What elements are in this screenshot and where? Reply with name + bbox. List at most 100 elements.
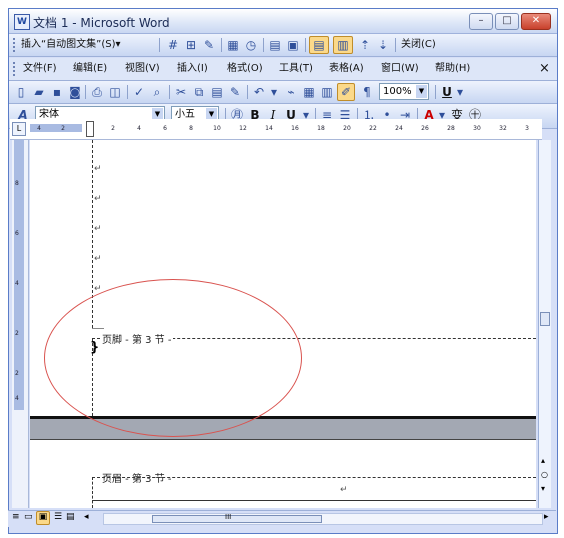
show-hide-marks-icon[interactable]: ¶	[359, 84, 375, 100]
toolbar-grip[interactable]	[13, 38, 18, 52]
save-icon[interactable]: ▪	[49, 84, 65, 100]
paste-icon[interactable]: ▤	[209, 84, 225, 100]
drawing-icon[interactable]: ✐	[337, 83, 355, 101]
show-previous-icon[interactable]: ⇡	[357, 37, 373, 53]
undo-icon[interactable]: ↶	[251, 84, 267, 100]
menu-edit[interactable]: 编辑(E)	[73, 61, 107, 77]
paragraph-mark: ↵	[94, 254, 102, 264]
menu-insert[interactable]: 插入(I)	[177, 61, 208, 77]
menu-table[interactable]: 表格(A)	[329, 61, 364, 77]
menu-tools[interactable]: 工具(T)	[279, 61, 313, 77]
close-document-icon[interactable]: ×	[539, 61, 550, 77]
separator	[169, 85, 170, 99]
toolbar-options-icon[interactable]: ▾	[455, 84, 465, 100]
ruler-number: 20	[343, 125, 351, 132]
word-app-icon[interactable]: W	[14, 14, 30, 30]
vertical-scroll-thumb[interactable]	[540, 312, 550, 326]
tab-selector-icon[interactable]: L	[12, 122, 26, 136]
print-icon[interactable]: ⎙	[89, 84, 105, 100]
zoom-dropdown[interactable]: 100% ▼	[379, 83, 429, 100]
horizontal-scrollbar[interactable]: III	[103, 513, 543, 525]
ruler-number: 12	[239, 125, 247, 132]
ruler-number: 16	[291, 125, 299, 132]
menu-file[interactable]: 文件(F)	[23, 61, 57, 77]
menu-view[interactable]: 视图(V)	[125, 61, 160, 77]
show-next-icon[interactable]: ⇣	[375, 37, 391, 53]
normal-view-icon[interactable]: ≡	[12, 512, 20, 522]
vruler-number: 2	[15, 330, 19, 337]
minimize-button[interactable]: –	[469, 13, 493, 30]
scroll-up-icon[interactable]: ▴	[541, 456, 545, 465]
header-boundary	[92, 477, 536, 478]
annotation-circle	[44, 279, 302, 437]
vruler-number: 6	[15, 230, 19, 237]
hyperlink-icon[interactable]: ⌁	[283, 84, 299, 100]
view-and-scroll-bar: ≡ ▭ ▣ ☰ ▤ ◂ III ▸	[8, 510, 556, 527]
vruler-number: 2	[15, 370, 19, 377]
page-count-icon[interactable]: ⊞	[183, 37, 199, 53]
indent-marker[interactable]	[86, 121, 94, 137]
page-setup-icon[interactable]: ▤	[267, 37, 283, 53]
research-icon[interactable]: ⌕	[149, 84, 165, 100]
vruler-number: 4	[15, 395, 19, 402]
undo-dropdown-icon[interactable]: ▾	[269, 84, 279, 100]
close-header-footer-button[interactable]: 关闭(C)	[401, 37, 436, 53]
header-underline	[92, 500, 536, 501]
maximize-button[interactable]: □	[495, 13, 519, 30]
scroll-down-icon[interactable]: ▾	[541, 484, 545, 493]
vertical-scrollbar[interactable]: ▴ ○ ▾	[538, 140, 551, 508]
ruler-number: 4	[37, 125, 41, 132]
show-hide-text-icon[interactable]: ▣	[285, 37, 301, 53]
open-folder-icon[interactable]: ▰	[31, 84, 47, 100]
switch-header-footer-icon[interactable]: ▥	[333, 36, 353, 54]
vertical-ruler[interactable]: 8 6 4 2 2 4	[12, 140, 29, 508]
select-browse-object-icon[interactable]: ○	[541, 470, 548, 479]
print-layout-icon[interactable]: ▣	[36, 511, 50, 525]
new-document-icon[interactable]: ▯	[13, 84, 29, 100]
copy-icon[interactable]: ⧉	[191, 84, 207, 100]
page-number-icon[interactable]: #	[165, 37, 181, 53]
web-view-icon[interactable]: ▭	[24, 512, 33, 522]
menu-help[interactable]: 帮助(H)	[435, 61, 470, 77]
window-title: 文档 1 - Microsoft Word	[33, 16, 170, 30]
print-preview-icon[interactable]: ◫	[107, 84, 123, 100]
same-as-previous-icon[interactable]: ▤	[309, 36, 329, 54]
menu-window[interactable]: 窗口(W)	[381, 61, 419, 77]
horizontal-scroll-thumb[interactable]: III	[152, 513, 322, 523]
ruler-number: 4	[137, 125, 141, 132]
separator	[85, 85, 86, 99]
title-bar: W 文档 1 - Microsoft Word – □ ✕	[9, 9, 557, 34]
menu-grip[interactable]	[13, 62, 18, 76]
separator	[247, 85, 248, 99]
outline-view-icon[interactable]: ☰	[54, 512, 62, 522]
cut-icon[interactable]: ✂	[173, 84, 189, 100]
scroll-left-icon[interactable]: ◂	[84, 512, 89, 522]
ruler-number: 14	[265, 125, 273, 132]
vruler-number: 8	[15, 180, 19, 187]
ruler-number: 32	[499, 125, 507, 132]
menu-format[interactable]: 格式(O)	[227, 61, 263, 77]
horizontal-ruler[interactable]: L 4 2 2 4 6 8 10 12 14 16 18 20 22 24 26…	[10, 119, 542, 140]
spelling-icon[interactable]: ✓	[131, 84, 147, 100]
reading-view-icon[interactable]: ▤	[66, 512, 75, 522]
ruler-number: 6	[163, 125, 167, 132]
ruler-number: 3	[525, 125, 529, 132]
permission-icon[interactable]: ◙	[67, 84, 83, 100]
insert-autotext-button[interactable]: 插入“自动图文集”(S)▾	[21, 37, 121, 53]
format-painter-icon[interactable]: ✎	[227, 84, 243, 100]
underline-quick-icon[interactable]: U	[439, 84, 455, 100]
scroll-right-icon[interactable]: ▸	[544, 512, 549, 522]
ruler-number: 28	[447, 125, 455, 132]
ruler-number: 24	[395, 125, 403, 132]
format-page-number-icon[interactable]: ✎	[201, 37, 217, 53]
paragraph-mark: ↵	[340, 485, 348, 495]
insert-time-icon[interactable]: ◷	[243, 37, 259, 53]
ruler-number: 26	[421, 125, 429, 132]
ruler-number: 2	[61, 125, 65, 132]
columns-icon[interactable]: ▥	[319, 84, 335, 100]
insert-date-icon[interactable]: ▦	[225, 37, 241, 53]
table-icon[interactable]: ▦	[301, 84, 317, 100]
header-footer-toolbar: 插入“自动图文集”(S)▾ # ⊞ ✎ ▦ ◷ ▤ ▣ ▤ ▥ ⇡ ⇣ 关闭(C…	[9, 34, 557, 57]
ruler-number: 18	[317, 125, 325, 132]
close-button[interactable]: ✕	[521, 13, 551, 30]
